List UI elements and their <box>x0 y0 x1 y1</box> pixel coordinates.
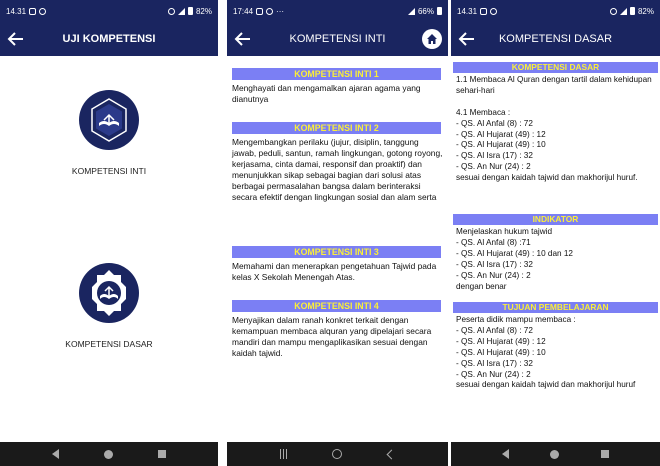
signal-icon <box>619 7 627 15</box>
back-arrow-icon[interactable] <box>6 29 26 49</box>
signal-icon <box>407 7 415 15</box>
status-time: 14.31 <box>457 6 478 16</box>
app-bar: KOMPETENSI DASAR <box>451 22 660 56</box>
section-body: 1.1 Membaca Al Quran dengan tartil dalam… <box>456 75 652 183</box>
status-time: 17:44 <box>233 6 254 16</box>
section-body: Peserta didik mampu membaca : - QS. Al A… <box>456 315 636 390</box>
gallery-icon <box>480 7 488 15</box>
page-title: KOMPETENSI INTI <box>289 33 386 45</box>
section-body: Menyajikan dalam ranah konkret terkait d… <box>232 315 432 359</box>
alarm-icon <box>167 7 175 15</box>
page-title: KOMPETENSI DASAR <box>498 33 613 45</box>
home-button[interactable] <box>422 29 442 49</box>
back-arrow-icon[interactable] <box>457 29 477 49</box>
section-heading: KOMPETENSI INTI 3 <box>232 246 441 258</box>
notification-icon <box>39 7 47 15</box>
alarm-icon <box>609 7 617 15</box>
content-area[interactable]: KOMPETENSI DASAR 1.1 Membaca Al Quran de… <box>451 56 660 442</box>
status-bar: 14.31 82% <box>451 0 660 22</box>
signal-icon <box>177 7 185 15</box>
battery-percent: 82% <box>637 6 654 16</box>
back-arrow-icon[interactable] <box>233 29 253 49</box>
nav-recents-icon[interactable] <box>601 450 610 458</box>
menu-kompetensi-dasar[interactable]: KOMPETENSI DASAR <box>0 262 218 349</box>
app-bar: UJI KOMPETENSI <box>0 22 218 56</box>
system-nav-bar <box>0 442 218 466</box>
nav-back-icon[interactable] <box>52 449 60 459</box>
section-body: Menghayati dan mengamalkan ajaran agama … <box>232 83 421 105</box>
home-icon <box>427 34 437 44</box>
screen-uji-kompetensi: 14.31 82% UJI KOMPETENSI KOMPETENSI INTI <box>0 0 218 466</box>
battery-icon <box>187 7 193 15</box>
nav-home-icon[interactable] <box>550 449 560 459</box>
app-bar: KOMPETENSI INTI <box>227 22 448 56</box>
nav-home-icon[interactable] <box>332 449 343 459</box>
section-body: Mengembangkan perilaku (jujur, disiplin,… <box>232 137 443 203</box>
page-title: UJI KOMPETENSI <box>62 33 156 45</box>
gallery-icon <box>256 7 264 15</box>
status-time: 14.31 <box>6 6 27 16</box>
section-ki-4: KOMPETENSI INTI 4 Menyajikan dalam ranah… <box>230 300 445 359</box>
battery-icon <box>437 7 442 15</box>
section-heading: KOMPETENSI INTI 2 <box>232 122 441 134</box>
section-body: Memahami dan menerapkan pengetahuan Tajw… <box>232 261 437 283</box>
screen-kompetensi-dasar: 14.31 82% KOMPETENSI DASAR KOMPETENSI DA… <box>451 0 660 466</box>
gallery-icon <box>29 7 37 15</box>
menu-label: KOMPETENSI INTI <box>71 166 147 176</box>
battery-icon <box>629 7 635 15</box>
section-body: Menjelaskan hukum tajwid - QS. Al Anfal … <box>456 227 573 291</box>
more-icon: ··· <box>276 6 285 16</box>
section-ki-3: KOMPETENSI INTI 3 Memahami dan menerapka… <box>230 246 445 300</box>
section-kompetensi-dasar: KOMPETENSI DASAR 1.1 Membaca Al Quran de… <box>453 62 658 214</box>
quran-emblem-icon <box>79 90 139 150</box>
status-bar: 14.31 82% <box>0 0 218 22</box>
battery-percent: 66% <box>417 6 434 16</box>
nav-back-icon[interactable] <box>501 449 509 459</box>
section-heading: INDIKATOR <box>453 214 658 225</box>
screen-kompetensi-inti: 17:44 ··· 66% KOMPETENSI INTI KOMPETENSI… <box>227 0 448 466</box>
section-heading: KOMPETENSI INTI 1 <box>232 68 441 80</box>
section-heading: KOMPETENSI DASAR <box>453 62 658 73</box>
menu-kompetensi-inti[interactable]: KOMPETENSI INTI <box>0 89 218 176</box>
system-nav-bar <box>451 442 660 466</box>
section-indikator: INDIKATOR Menjelaskan hukum tajwid - QS.… <box>453 214 658 302</box>
battery-percent: 82% <box>195 6 212 16</box>
section-heading: TUJUAN PEMBELAJARAN <box>453 302 658 313</box>
section-ki-2: KOMPETENSI INTI 2 Mengembangkan perilaku… <box>230 122 445 246</box>
quran-emblem-icon <box>79 263 139 323</box>
status-bar: 17:44 ··· 66% <box>227 0 448 22</box>
menu-label: KOMPETENSI DASAR <box>65 339 153 349</box>
system-nav-bar <box>227 442 448 466</box>
section-ki-1: KOMPETENSI INTI 1 Menghayati dan mengama… <box>230 68 445 122</box>
notification-icon <box>490 7 498 15</box>
nav-recents-icon[interactable] <box>279 449 287 459</box>
nav-home-icon[interactable] <box>103 449 113 459</box>
section-heading: KOMPETENSI INTI 4 <box>232 300 441 312</box>
nav-back-icon[interactable] <box>386 449 397 459</box>
section-tujuan-pembelajaran: TUJUAN PEMBELAJARAN Peserta didik mampu … <box>453 302 658 391</box>
content-area[interactable]: KOMPETENSI INTI 1 Menghayati dan mengama… <box>227 56 448 442</box>
nav-recents-icon[interactable] <box>157 450 166 458</box>
whatsapp-icon <box>266 7 274 15</box>
